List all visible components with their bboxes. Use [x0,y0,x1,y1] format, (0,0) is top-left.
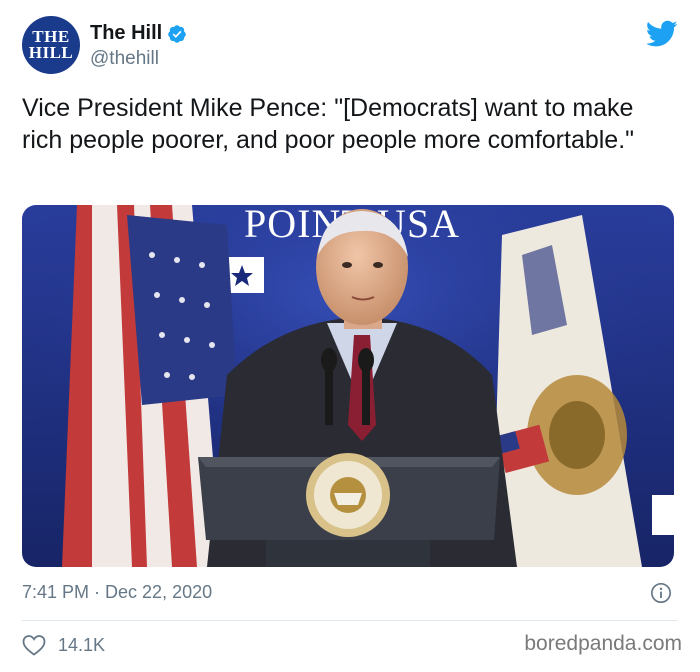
twitter-bird-icon[interactable] [646,20,678,48]
tweet-media-image[interactable]: POINT USA [22,205,674,567]
tweet-header: THE HILL The Hill @thehill [22,16,682,76]
avatar-text-line-2: HILL [28,43,74,62]
author-handle[interactable]: @thehill [90,48,187,70]
like-action[interactable]: 14.1K [22,634,105,656]
avatar[interactable]: THE HILL [22,16,80,74]
info-icon[interactable] [650,582,672,604]
author-names: The Hill @thehill [90,22,187,70]
display-name-row[interactable]: The Hill [90,22,187,45]
watermark: boredpanda.com [524,632,682,655]
tweet-text: Vice President Mike Pence: "[Democrats] … [22,94,635,154]
divider [22,620,678,621]
tweet-timestamp[interactable]: 7:41 PM · Dec 22, 2020 [22,582,212,603]
heart-icon[interactable] [22,634,46,656]
like-count: 14.1K [58,634,106,655]
pence-podium-photo: POINT USA [22,205,674,567]
verified-badge-icon [168,24,186,43]
display-name[interactable]: The Hill [90,22,162,45]
